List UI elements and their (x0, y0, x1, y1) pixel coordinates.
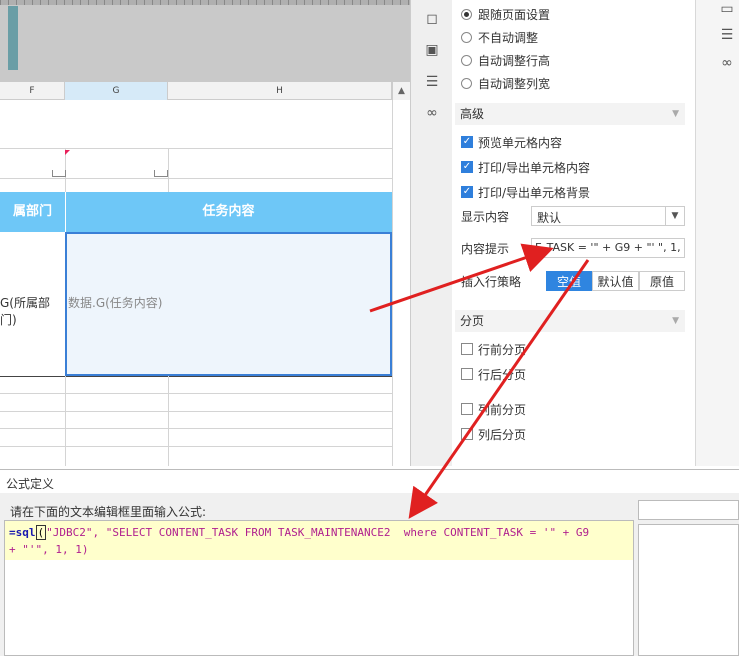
annotation-arrows (369, 243, 590, 519)
annotation-arrow (369, 243, 554, 313)
annotation-arrow (408, 259, 590, 519)
